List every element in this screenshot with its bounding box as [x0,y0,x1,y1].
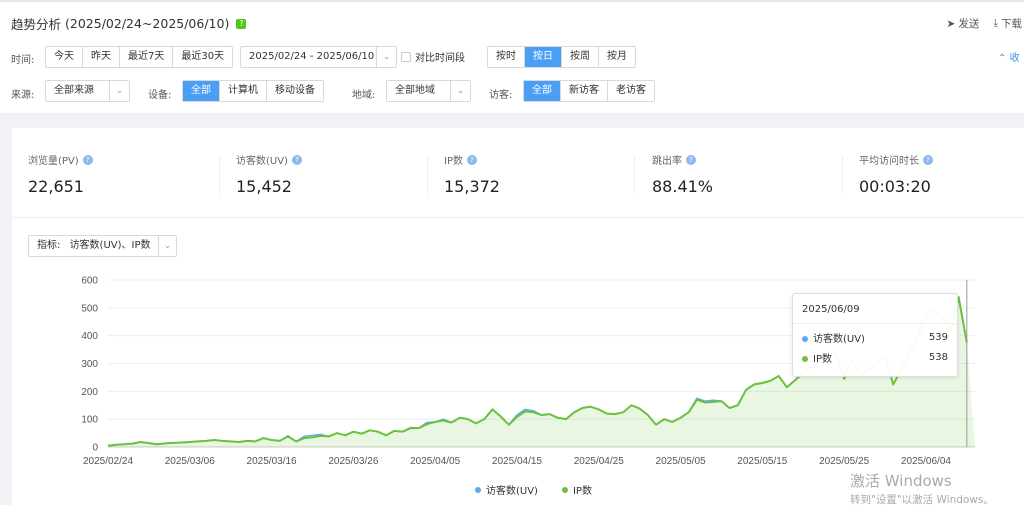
y-tick-label: 200 [81,387,98,398]
y-tick-label: 0 [92,443,98,454]
chart-legend: 访客数(UV) IP数 [475,482,592,497]
watermark-line1: 激活 Windows [850,472,952,490]
tooltip-series-name: 访客数(UV) [813,333,865,345]
tooltip-date: 2025/06/09 [793,294,957,324]
x-tick-label: 2025/05/15 [737,456,787,467]
page: { "header":{"title":"趋势分析","date_range":… [0,0,1024,505]
x-tick-label: 2025/06/04 [901,456,951,467]
y-tick-label: 400 [81,331,98,342]
legend-label: 访客数(UV) [486,486,538,497]
tooltip-series-name: IP数 [813,353,832,365]
x-tick-label: 2025/05/25 [819,456,869,467]
tooltip-row-uv: 访客数(UV) 539 [793,327,957,347]
legend-item-ip[interactable]: IP数 [561,482,592,497]
chart-tooltip: 2025/06/09 访客数(UV) 539 IP数 538 [792,293,958,377]
x-tick-label: 2025/03/16 [247,456,297,467]
uv-dot-icon [802,335,808,342]
tooltip-series-value: 538 [928,351,948,363]
legend-label: IP数 [572,486,592,497]
y-tick-label: 600 [81,276,98,287]
ip-dot-icon [561,486,568,493]
x-tick-label: 2025/03/06 [165,456,215,467]
legend-item-uv[interactable]: 访客数(UV) [475,482,538,497]
x-tick-label: 2025/05/05 [656,456,706,467]
trend-chart[interactable]: 0 100 200 300 400 500 600 2025/02/24 2025/03/06 2… [0,0,1024,505]
x-tick-label: 2025/04/15 [492,456,542,467]
ip-dot-icon [802,355,808,362]
watermark-line2: 转到"设置"以激活 Windows。 [850,494,994,505]
y-tick-label: 300 [81,359,98,370]
x-tick-label: 2025/02/24 [83,456,133,467]
y-tick-label: 500 [81,303,98,314]
tooltip-series-value: 539 [928,331,948,343]
y-tick-label: 100 [81,415,98,426]
x-tick-label: 2025/04/25 [574,456,624,467]
windows-watermark: 激活 Windows 转到"设置"以激活 Windows。 [850,470,994,505]
x-tick-label: 2025/04/05 [410,456,460,467]
uv-dot-icon [475,486,481,493]
tooltip-row-ip: IP数 538 [793,347,957,367]
x-tick-label: 2025/03/26 [328,456,378,467]
